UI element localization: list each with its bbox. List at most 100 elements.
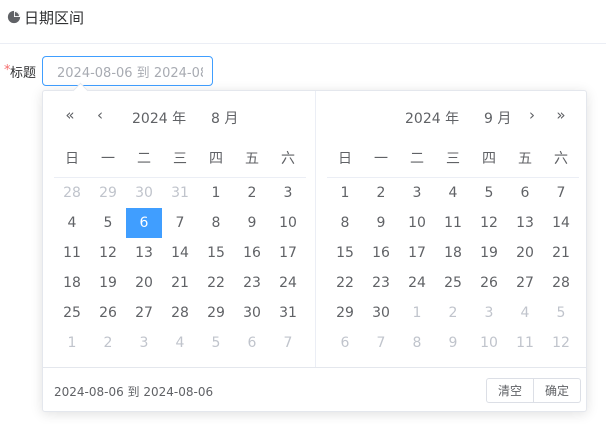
page-title: 日期区间 xyxy=(24,9,85,27)
date-cell[interactable]: 6 xyxy=(327,328,363,358)
date-cell[interactable]: 24 xyxy=(399,268,435,298)
date-cell[interactable]: 15 xyxy=(327,238,363,268)
date-cell[interactable]: 25 xyxy=(54,298,90,328)
date-cell[interactable]: 3 xyxy=(471,298,507,328)
date-cell[interactable]: 12 xyxy=(543,328,579,358)
date-cell[interactable]: 19 xyxy=(90,268,126,298)
date-cell[interactable]: 2 xyxy=(363,178,399,208)
date-cell[interactable]: 28 xyxy=(54,178,90,208)
date-cell[interactable]: 10 xyxy=(471,328,507,358)
date-cell[interactable]: 29 xyxy=(198,298,234,328)
date-cell[interactable]: 4 xyxy=(435,178,471,208)
weekday-label: 五 xyxy=(245,151,259,167)
date-cell[interactable]: 3 xyxy=(270,178,306,208)
date-cell[interactable]: 5 xyxy=(471,178,507,208)
left-month-label[interactable]: 8 月 xyxy=(211,108,238,128)
date-cell[interactable]: 11 xyxy=(435,208,471,238)
date-cell[interactable]: 24 xyxy=(270,268,306,298)
weekday-label: 二 xyxy=(137,151,151,167)
date-cell[interactable]: 29 xyxy=(90,178,126,208)
date-range-input[interactable] xyxy=(43,57,203,85)
date-cell[interactable]: 20 xyxy=(507,238,543,268)
date-cell[interactable]: 22 xyxy=(198,268,234,298)
date-cell[interactable]: 7 xyxy=(270,328,306,358)
left-year-label[interactable]: 2024 年 xyxy=(132,108,186,128)
date-cell[interactable]: 26 xyxy=(471,268,507,298)
date-cell[interactable]: 19 xyxy=(471,238,507,268)
date-cell[interactable]: 21 xyxy=(543,238,579,268)
next-month-icon[interactable]: › xyxy=(524,107,540,123)
date-cell[interactable]: 14 xyxy=(543,208,579,238)
date-cell[interactable]: 1 xyxy=(198,178,234,208)
date-cell[interactable]: 9 xyxy=(435,328,471,358)
weekday-label: 五 xyxy=(518,151,532,167)
date-cell[interactable]: 3 xyxy=(399,178,435,208)
date-cell[interactable]: 17 xyxy=(270,238,306,268)
date-cell[interactable]: 27 xyxy=(507,268,543,298)
right-year-label[interactable]: 2024 年 xyxy=(405,108,459,128)
date-cell[interactable]: 28 xyxy=(162,298,198,328)
date-cell[interactable]: 5 xyxy=(90,208,126,238)
date-cell[interactable]: 30 xyxy=(363,298,399,328)
date-cell[interactable]: 7 xyxy=(543,178,579,208)
date-cell[interactable]: 8 xyxy=(399,328,435,358)
date-cell[interactable]: 11 xyxy=(507,328,543,358)
date-cell[interactable]: 28 xyxy=(543,268,579,298)
date-cell[interactable]: 4 xyxy=(507,298,543,328)
date-cell[interactable]: 9 xyxy=(234,208,270,238)
date-cell[interactable]: 8 xyxy=(198,208,234,238)
date-cell[interactable]: 1 xyxy=(399,298,435,328)
date-cell[interactable]: 1 xyxy=(54,328,90,358)
date-cell[interactable]: 12 xyxy=(90,238,126,268)
date-cell[interactable]: 1 xyxy=(327,178,363,208)
date-cell[interactable]: 23 xyxy=(363,268,399,298)
date-cell[interactable]: 18 xyxy=(54,268,90,298)
date-cell[interactable]: 31 xyxy=(270,298,306,328)
date-cell[interactable]: 2 xyxy=(435,298,471,328)
date-cell[interactable]: 4 xyxy=(162,328,198,358)
date-cell[interactable]: 21 xyxy=(162,268,198,298)
date-cell[interactable]: 6 xyxy=(234,328,270,358)
date-cell[interactable]: 20 xyxy=(126,268,162,298)
date-range-input-wrapper[interactable] xyxy=(42,56,213,86)
date-cell[interactable]: 2 xyxy=(234,178,270,208)
date-cell[interactable]: 9 xyxy=(363,208,399,238)
date-cell[interactable]: 14 xyxy=(162,238,198,268)
date-cell[interactable]: 27 xyxy=(126,298,162,328)
date-cell[interactable]: 25 xyxy=(435,268,471,298)
date-cell[interactable]: 29 xyxy=(327,298,363,328)
date-cell[interactable]: 30 xyxy=(234,298,270,328)
date-cell[interactable]: 5 xyxy=(198,328,234,358)
date-cell[interactable]: 23 xyxy=(234,268,270,298)
date-cell[interactable]: 5 xyxy=(543,298,579,328)
date-cell[interactable]: 22 xyxy=(327,268,363,298)
date-cell[interactable]: 4 xyxy=(54,208,90,238)
date-cell[interactable]: 8 xyxy=(327,208,363,238)
date-cell[interactable]: 12 xyxy=(471,208,507,238)
date-cell[interactable]: 3 xyxy=(126,328,162,358)
date-cell[interactable]: 26 xyxy=(90,298,126,328)
date-cell[interactable]: 2 xyxy=(90,328,126,358)
clear-button[interactable]: 清空 xyxy=(486,378,535,403)
date-cell[interactable]: 31 xyxy=(162,178,198,208)
date-cell[interactable]: 6 xyxy=(507,178,543,208)
prev-month-icon[interactable]: ‹ xyxy=(92,107,108,123)
date-cell[interactable]: 16 xyxy=(234,238,270,268)
date-cell[interactable]: 17 xyxy=(399,238,435,268)
date-cell[interactable]: 13 xyxy=(126,238,162,268)
date-cell[interactable]: 13 xyxy=(507,208,543,238)
date-cell[interactable]: 16 xyxy=(363,238,399,268)
date-cell[interactable]: 7 xyxy=(162,208,198,238)
date-cell[interactable]: 15 xyxy=(198,238,234,268)
date-cell[interactable]: 30 xyxy=(126,178,162,208)
date-cell[interactable]: 10 xyxy=(399,208,435,238)
date-cell-selected[interactable]: 6 xyxy=(126,208,162,238)
right-month-label[interactable]: 9 月 xyxy=(484,108,511,128)
next-year-icon[interactable]: » xyxy=(553,107,569,123)
confirm-button[interactable]: 确定 xyxy=(534,378,582,403)
date-cell[interactable]: 10 xyxy=(270,208,306,238)
prev-year-icon[interactable]: « xyxy=(62,107,78,123)
date-cell[interactable]: 18 xyxy=(435,238,471,268)
date-cell[interactable]: 7 xyxy=(363,328,399,358)
date-cell[interactable]: 11 xyxy=(54,238,90,268)
